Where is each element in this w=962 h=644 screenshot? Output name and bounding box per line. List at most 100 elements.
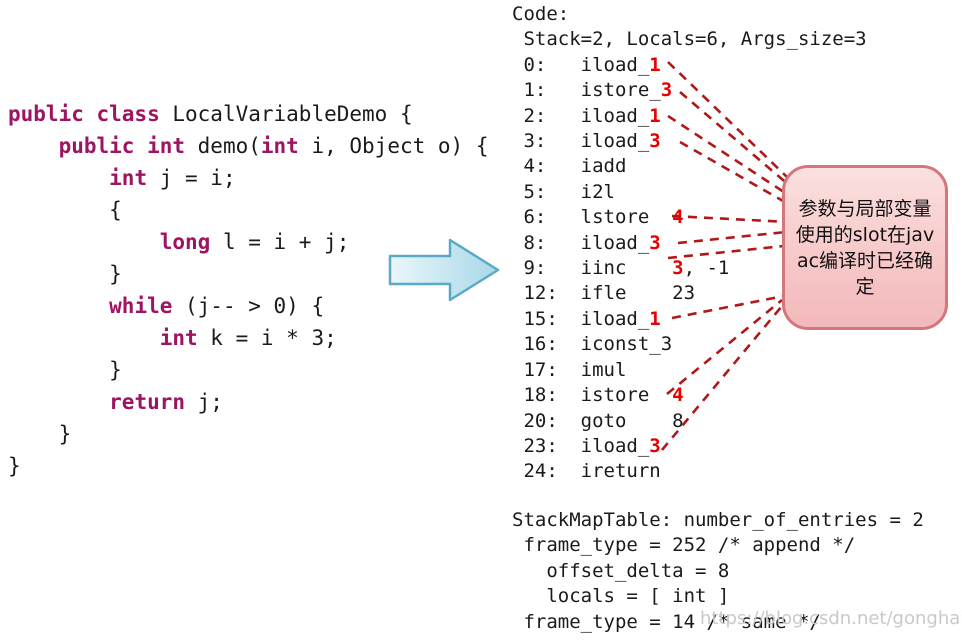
instruction-offset: 8:	[512, 231, 581, 254]
instruction-offset: 20:	[512, 409, 581, 432]
bytecode-instruction-row: 2: iload_1	[512, 104, 867, 129]
code-line: int k = i * 3;	[8, 322, 488, 354]
instruction-offset: 4:	[512, 155, 581, 178]
bytecode-summary-label: Stack=2, Locals=6, Args_size=3	[512, 28, 867, 51]
code-keyword: long	[159, 230, 211, 254]
bytecode-instruction-row: 23: iload_3	[512, 434, 867, 459]
code-keyword: while	[109, 294, 173, 318]
instruction-mnemonic: iload_	[580, 307, 650, 330]
code-line: }	[8, 418, 488, 450]
bytecode-instruction-row: 3: iload_3	[512, 129, 867, 154]
stackmaptable-line: frame_type = 252 /* append */	[512, 534, 856, 557]
instruction-slot-operand: 3	[649, 434, 661, 457]
code-keyword: public class	[8, 102, 173, 126]
instruction-offset: 16:	[512, 333, 581, 356]
code-text: j = i;	[147, 166, 236, 190]
stackmaptable-line: frame_type = 14 /* same */	[512, 610, 821, 633]
code-text: }	[8, 422, 72, 446]
instruction-mnemonic: iinc	[580, 257, 673, 280]
instruction-mnemonic: iadd	[580, 155, 627, 178]
instruction-offset: 15:	[512, 307, 581, 330]
code-text: }	[8, 358, 122, 382]
callout-text: 参数与局部变量使用的slot在javac编译时已经确定	[795, 197, 935, 298]
instruction-slot-operand: 3	[672, 257, 684, 280]
instruction-slot-operand: 3	[649, 231, 661, 254]
code-text: k = i * 3;	[197, 326, 337, 350]
code-text: LocalVariableDemo {	[172, 102, 413, 126]
code-keyword: int	[159, 326, 198, 350]
transition-arrow-icon	[388, 238, 500, 302]
instruction-offset: 3:	[512, 130, 581, 153]
stackmaptable-line: offset_delta = 8	[512, 559, 730, 582]
instruction-mnemonic: iload_	[580, 434, 650, 457]
instruction-slot-operand: 4	[672, 384, 684, 407]
instruction-slot-operand: 1	[649, 307, 661, 330]
bytecode-instruction-row: 20: goto 8	[512, 409, 867, 434]
bytecode-header: Code:	[512, 2, 867, 27]
instruction-offset: 0:	[512, 53, 581, 76]
code-line: int j = i;	[8, 162, 488, 194]
instruction-mnemonic: goto 8	[580, 409, 684, 432]
bytecode-instruction-row: 17: imul	[512, 358, 867, 383]
instruction-mnemonic: i2l	[580, 180, 615, 203]
instruction-offset: 9:	[512, 257, 581, 280]
code-line: }	[8, 450, 488, 482]
stackmaptable-line: locals = [ int ]	[512, 585, 730, 608]
code-keyword: int	[109, 166, 148, 190]
stackmaptable-listing: StackMapTable: number_of_entries = 2 fra…	[512, 508, 924, 635]
bytecode-instruction-row: 16: iconst_3	[512, 332, 867, 357]
instruction-mnemonic: lstore	[580, 206, 673, 229]
stackmaptable-line: StackMapTable: number_of_entries = 2	[512, 509, 924, 531]
instruction-offset: 18:	[512, 384, 581, 407]
code-text: }	[8, 262, 122, 286]
code-text: j;	[185, 390, 223, 414]
instruction-offset: 2:	[512, 104, 581, 127]
code-text: demo(	[197, 134, 261, 158]
code-keyword: return	[109, 390, 186, 414]
instruction-mnemonic: imul	[580, 358, 627, 381]
instruction-mnemonic: iload_	[580, 231, 650, 254]
code-keyword: public int	[58, 134, 198, 158]
instruction-offset: 6:	[512, 206, 581, 229]
instruction-mnemonic: iload_	[580, 53, 650, 76]
instruction-offset: 1:	[512, 79, 581, 102]
instruction-mnemonic: iconst_3	[580, 333, 673, 356]
instruction-mnemonic: istore	[580, 384, 673, 407]
code-text: l = i + j;	[210, 230, 350, 254]
instruction-offset: 23:	[512, 434, 581, 457]
bytecode-header-label: Code:	[512, 3, 570, 25]
code-line: public int demo(int i, Object o) {	[8, 130, 489, 162]
bytecode-instruction-row: 0: iload_1	[512, 53, 867, 78]
instruction-offset: 17:	[512, 358, 581, 381]
bytecode-instruction-row: 18: istore 4	[512, 383, 867, 408]
instruction-mnemonic: istore_	[580, 79, 661, 102]
instruction-operand-suffix: , -1	[683, 257, 730, 280]
code-line: }	[8, 354, 488, 386]
code-text: }	[8, 454, 21, 478]
bytecode-summary: Stack=2, Locals=6, Args_size=3	[512, 27, 867, 52]
instruction-mnemonic: iload_	[580, 104, 650, 127]
code-line: return j;	[8, 386, 488, 418]
instruction-offset: 5:	[512, 180, 581, 203]
code-text: i, Object o) {	[298, 134, 489, 158]
code-keyword: int	[260, 134, 299, 158]
instruction-mnemonic: ireturn	[580, 460, 661, 483]
bytecode-instruction-row: 24: ireturn	[512, 459, 867, 484]
instruction-offset: 24:	[512, 460, 581, 483]
code-line: {	[8, 194, 488, 226]
instruction-slot-operand: 3	[649, 130, 661, 153]
code-text: (j-- > 0) {	[172, 294, 325, 318]
instruction-slot-operand: 1	[649, 104, 661, 127]
instruction-mnemonic: iload_	[580, 130, 650, 153]
slot-annotation-callout: 参数与局部变量使用的slot在javac编译时已经确定	[782, 165, 948, 330]
instruction-mnemonic: ifle 23	[580, 282, 696, 305]
code-text: {	[8, 198, 122, 222]
instruction-offset: 12:	[512, 282, 581, 305]
instruction-slot-operand: 4	[672, 206, 684, 229]
